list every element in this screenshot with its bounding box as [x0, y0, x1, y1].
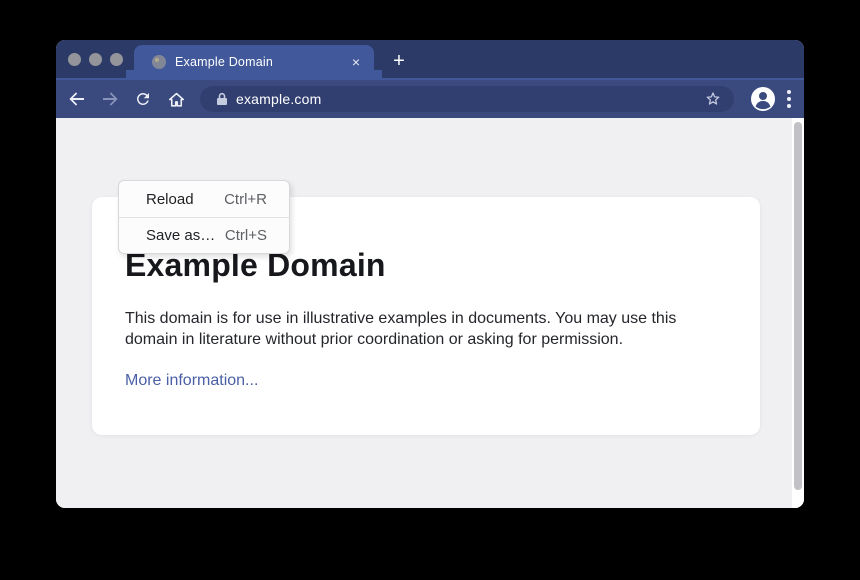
- back-arrow-icon: [68, 90, 86, 108]
- browser-window: Example Domain × +: [56, 40, 804, 508]
- forward-button[interactable]: [98, 87, 122, 111]
- address-bar[interactable]: example.com: [200, 86, 734, 112]
- reload-icon: [134, 90, 152, 108]
- forward-arrow-icon: [101, 90, 119, 108]
- menu-item-shortcut: Ctrl+R: [224, 191, 267, 208]
- new-tab-button[interactable]: +: [386, 48, 412, 74]
- profile-avatar-icon[interactable]: [750, 86, 776, 112]
- page-paragraph: This domain is for use in illustrative e…: [125, 308, 715, 350]
- home-button[interactable]: [164, 87, 188, 111]
- lock-icon[interactable]: [216, 92, 228, 106]
- scrollbar-track[interactable]: [792, 118, 804, 508]
- context-menu-item-reload[interactable]: Reload Ctrl+R: [119, 181, 289, 217]
- browser-menu-icon[interactable]: [786, 89, 792, 109]
- more-information-link[interactable]: More information...: [125, 372, 258, 390]
- tab-title: Example Domain: [175, 55, 352, 69]
- close-window-button[interactable]: [68, 53, 81, 66]
- menu-item-label: Save as…: [146, 227, 215, 244]
- menu-item-label: Reload: [146, 191, 194, 208]
- minimize-window-button[interactable]: [89, 53, 102, 66]
- tab-close-icon[interactable]: ×: [352, 55, 360, 69]
- context-menu: Reload Ctrl+R Save as… Ctrl+S: [118, 180, 290, 254]
- tab-strip: Example Domain × +: [56, 40, 804, 78]
- menu-item-shortcut: Ctrl+S: [225, 227, 267, 244]
- favicon-icon: [152, 55, 166, 69]
- zoom-window-button[interactable]: [110, 53, 123, 66]
- scrollbar-thumb[interactable]: [794, 122, 802, 490]
- context-menu-item-save-as[interactable]: Save as… Ctrl+S: [119, 217, 289, 253]
- bookmark-star-icon[interactable]: [704, 90, 722, 108]
- tab-curve-right: [374, 70, 382, 78]
- tab-curve-left: [126, 70, 134, 78]
- page-viewport: Example Domain This domain is for use in…: [56, 118, 804, 508]
- home-icon: [167, 90, 186, 109]
- url-text[interactable]: example.com: [236, 91, 704, 107]
- back-button[interactable]: [65, 87, 89, 111]
- window-controls: [68, 53, 123, 66]
- browser-toolbar: example.com: [56, 78, 804, 118]
- reload-button[interactable]: [131, 87, 155, 111]
- tab-example-domain[interactable]: Example Domain ×: [134, 45, 374, 78]
